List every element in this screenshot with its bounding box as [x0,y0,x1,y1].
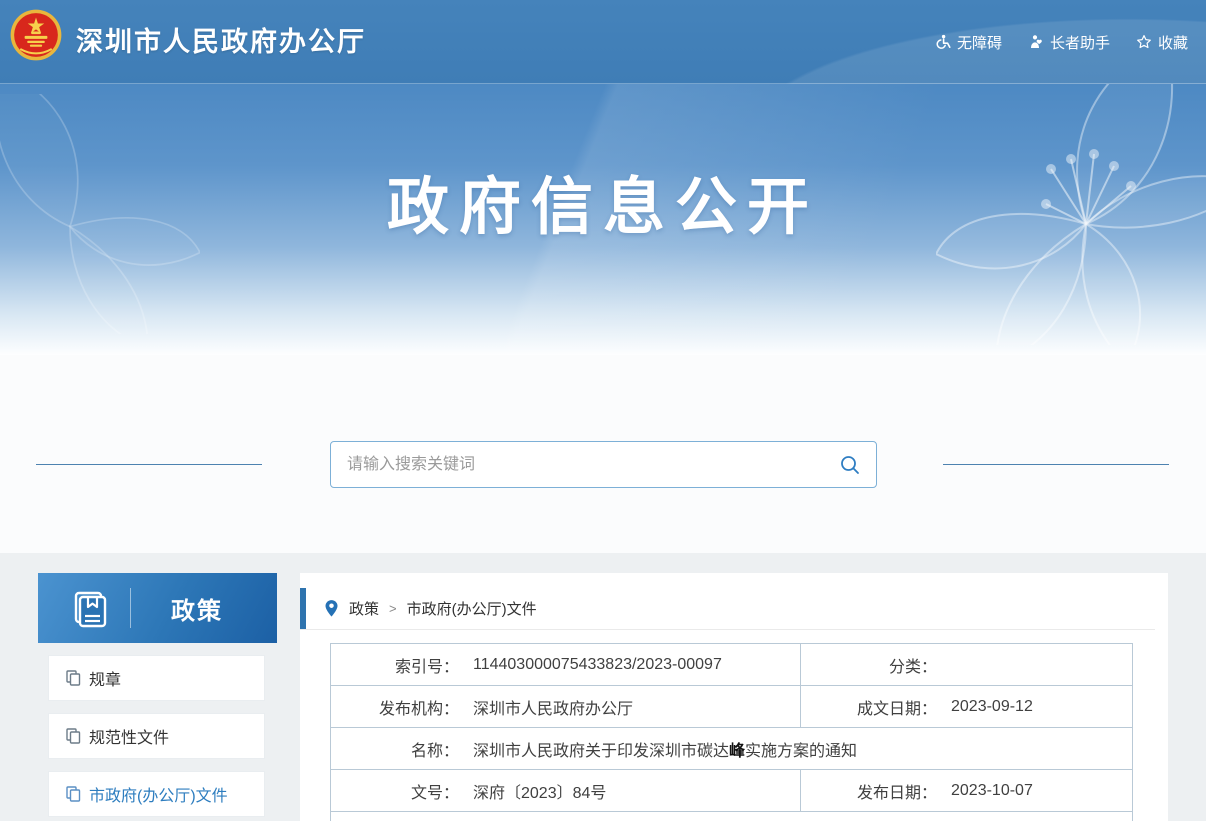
category-cell: 分类： [801,644,1133,686]
written-date-label: 成文日期： [801,695,937,719]
name-highlighted-keyword: 峰 [729,743,745,760]
sidebar-item-municipal-government-documents[interactable]: 市政府(办公厅)文件 [48,771,265,817]
sidebar-item-regulations[interactable]: 规章 [48,655,265,701]
search-box [330,441,877,488]
sidebar-item-normative-documents[interactable]: 规范性文件 [48,713,265,759]
site-title: 深圳市人民政府办公厅 [76,0,366,84]
index-number-value: 114403000075433823/2023-00097 [459,656,722,674]
index-number-label: 索引号： [331,653,459,677]
table-row: 名称： 深圳市人民政府关于印发深圳市碳达峰实施方案的通知 [331,728,1133,770]
issuing-agency-label: 发布机构： [331,695,459,719]
document-icon [66,670,81,686]
main-panel: 政策 > 市政府(办公厅)文件 索引号： 114403000075433823/… [300,573,1168,821]
location-pin-icon [324,599,339,618]
elder-assistant-icon [1028,34,1044,50]
issuing-agency-cell: 发布机构： 深圳市人民政府办公厅 [331,686,801,728]
clipped-cell [331,812,1133,821]
star-icon [1136,34,1152,50]
written-date-value: 2023-09-12 [937,698,1033,716]
favorite-link[interactable]: 收藏 [1136,32,1188,53]
issuing-agency-value: 深圳市人民政府办公厅 [459,695,633,719]
accessibility-link[interactable]: 无障碍 [935,32,1002,53]
document-number-cell: 文号： 深府〔2023〕84号 [331,770,801,812]
search-button[interactable] [824,442,876,487]
top-header: 深圳市人民政府办公厅 无障碍 长者助手 [0,0,1206,84]
publish-date-label: 发布日期： [801,779,937,803]
sidebar-item-label: 市政府(办公厅)文件 [89,782,228,806]
document-name-value: 深圳市人民政府关于印发深圳市碳达峰实施方案的通知 [459,737,857,761]
document-number-label: 文号： [331,779,459,803]
publish-date-value: 2023-10-07 [937,782,1033,800]
table-row: 索引号： 114403000075433823/2023-00097 分类： [331,644,1133,686]
top-links: 无障碍 长者助手 收藏 [935,0,1188,84]
page-title: 政府信息公开 [0,156,1206,246]
national-emblem-icon [8,7,64,63]
elder-assistant-label: 长者助手 [1050,32,1110,53]
search-section [0,355,1206,553]
accessibility-icon [935,34,951,50]
favorite-label: 收藏 [1158,32,1188,53]
search-input[interactable] [331,442,824,487]
index-number-cell: 索引号： 114403000075433823/2023-00097 [331,644,801,686]
sidebar-item-label: 规章 [89,666,121,690]
document-name-label: 名称： [331,737,459,761]
name-prefix: 深圳市人民政府关于印发深圳市碳达 [473,743,729,760]
written-date-cell: 成文日期： 2023-09-12 [801,686,1133,728]
breadcrumb-separator: > [389,601,397,616]
sidebar-title: 政策 [131,591,277,626]
document-name-cell: 名称： 深圳市人民政府关于印发深圳市碳达峰实施方案的通知 [331,728,1133,770]
breadcrumb: 政策 > 市政府(办公厅)文件 [300,588,1155,630]
decorative-line-left [36,464,262,465]
name-suffix: 实施方案的通知 [745,743,857,760]
document-icon [66,728,81,744]
category-label: 分类： [801,653,937,677]
content-section: 政策 规章 规范性文件 市政 [0,553,1206,821]
elder-assistant-link[interactable]: 长者助手 [1028,32,1110,53]
breadcrumb-current: 市政府(办公厅)文件 [407,598,537,619]
page: 深圳市人民政府办公厅 无障碍 长者助手 [0,0,1206,821]
publish-date-cell: 发布日期： 2023-10-07 [801,770,1133,812]
table-row: 发布机构： 深圳市人民政府办公厅 成文日期： 2023-09-12 [331,686,1133,728]
table-row-partial [331,812,1133,821]
table-row: 文号： 深府〔2023〕84号 发布日期： 2023-10-07 [331,770,1133,812]
document-number-value: 深府〔2023〕84号 [459,779,606,803]
book-icon [68,586,112,630]
sidebar: 政策 规章 规范性文件 市政 [38,573,277,817]
document-icon [66,786,81,802]
sidebar-header: 政策 [38,573,277,643]
decorative-line-right [943,464,1169,465]
document-info-table: 索引号： 114403000075433823/2023-00097 分类： 发… [330,643,1133,821]
breadcrumb-root[interactable]: 政策 [349,598,379,619]
search-icon [839,454,861,476]
banner: 政府信息公开 [0,84,1206,355]
sidebar-item-label: 规范性文件 [89,724,169,748]
accessibility-label: 无障碍 [957,32,1002,53]
